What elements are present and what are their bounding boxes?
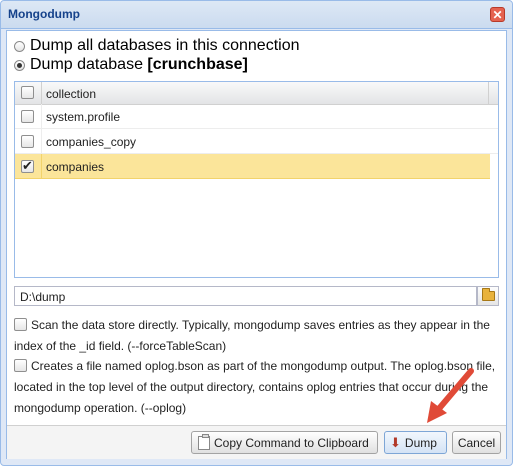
copy-command-label: Copy Command to Clipboard (214, 435, 369, 450)
dump-button[interactable]: ⬇ Dump (384, 431, 447, 454)
dump-all-label: Dump all databases in this connection (30, 37, 300, 54)
dump-all-option[interactable]: Dump all databases in this connection (14, 37, 300, 55)
close-icon[interactable]: ✕ (490, 7, 505, 22)
column-header-collection[interactable]: collection (46, 87, 96, 101)
dump-icon: ⬇ (390, 435, 401, 450)
copy-icon (198, 433, 210, 450)
oplog-checkbox[interactable] (14, 359, 27, 372)
collections-grid: collection system.profile companies_copy… (14, 81, 499, 278)
output-path-value: D:\dump (20, 290, 66, 304)
dialog-body: Dump all databases in this connection Du… (6, 30, 507, 459)
dump-database-option[interactable]: Dump database [crunchbase] (14, 56, 248, 74)
copy-command-button[interactable]: Copy Command to Clipboard (191, 431, 378, 454)
cancel-label: Cancel (457, 435, 496, 450)
folder-icon (482, 288, 495, 301)
table-row-selected[interactable]: companies (15, 154, 490, 179)
oplog-option: Creates a file named oplog.bson as part … (14, 356, 502, 419)
dump-all-radio[interactable] (14, 40, 25, 52)
dump-label: Dump (404, 435, 437, 450)
row-checkbox-checked[interactable] (21, 158, 34, 174)
select-all-checkbox[interactable] (21, 86, 34, 99)
grid-header: collection (15, 82, 498, 105)
database-name: [crunchbase] (147, 56, 248, 73)
button-bar: Copy Command to Clipboard ⬇ Dump Cancel (7, 425, 506, 459)
force-table-scan-option: Scan the data store directly. Typically,… (14, 315, 502, 357)
force-table-scan-checkbox[interactable] (14, 318, 27, 331)
collection-name: system.profile (46, 110, 121, 124)
collection-name: companies_copy (46, 135, 137, 149)
cancel-button[interactable]: Cancel (452, 431, 501, 454)
dump-database-radio[interactable] (14, 59, 25, 71)
browse-folder-button[interactable] (477, 286, 499, 306)
collection-name: companies (46, 160, 105, 174)
row-checkbox[interactable] (21, 135, 34, 148)
oplog-label: Creates a file named oplog.bson as part … (14, 359, 496, 415)
output-path-input[interactable]: D:\dump (14, 286, 477, 306)
title-bar[interactable]: Mongodump ✕ (1, 1, 512, 29)
dialog-title: Mongodump (8, 7, 80, 21)
row-checkbox[interactable] (21, 110, 34, 123)
table-row[interactable]: system.profile (15, 104, 498, 129)
force-table-scan-label: Scan the data store directly. Typically,… (14, 318, 490, 353)
table-row[interactable]: companies_copy (15, 129, 498, 154)
mongodump-dialog: Mongodump ✕ Dump all databases in this c… (0, 0, 513, 466)
dump-database-label: Dump database (30, 56, 148, 73)
